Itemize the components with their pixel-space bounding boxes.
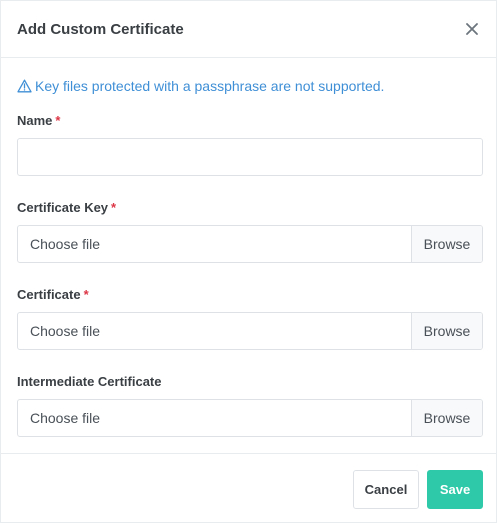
intermediate-certificate-field: Intermediate Certificate Choose file Bro… — [17, 374, 483, 437]
close-icon — [466, 23, 478, 35]
close-button[interactable] — [462, 19, 482, 39]
certificate-field: Certificate * Choose file Browse — [17, 287, 483, 350]
required-mark: * — [111, 200, 117, 215]
modal-footer: Cancel Save — [1, 453, 496, 522]
modal-title: Add Custom Certificate — [17, 20, 184, 38]
certificate-key-label: Certificate Key * — [17, 200, 117, 215]
modal-body: Key files protected with a passphrase ar… — [1, 58, 496, 437]
required-mark: * — [55, 113, 61, 128]
modal-header: Add Custom Certificate — [1, 1, 496, 58]
certificate-file-input[interactable]: Choose file Browse — [17, 312, 483, 350]
name-input[interactable] — [17, 138, 483, 176]
intermediate-certificate-label: Intermediate Certificate — [17, 374, 162, 389]
certificate-key-file-input[interactable]: Choose file Browse — [17, 225, 483, 263]
passphrase-notice: Key files protected with a passphrase ar… — [17, 76, 481, 96]
warning-triangle-icon — [17, 79, 32, 93]
browse-button[interactable]: Browse — [411, 226, 482, 262]
name-field: Name * — [17, 113, 483, 176]
browse-button[interactable]: Browse — [411, 400, 482, 436]
certificate-label: Certificate * — [17, 287, 89, 302]
certificate-key-field: Certificate Key * Choose file Browse — [17, 200, 483, 263]
name-label: Name * — [17, 113, 61, 128]
notice-text: Key files protected with a passphrase ar… — [35, 78, 385, 94]
intermediate-certificate-file-input[interactable]: Choose file Browse — [17, 399, 483, 437]
cancel-button[interactable]: Cancel — [353, 470, 419, 509]
file-placeholder[interactable]: Choose file — [18, 400, 411, 436]
save-button[interactable]: Save — [427, 470, 483, 509]
browse-button[interactable]: Browse — [411, 313, 482, 349]
add-certificate-modal: Add Custom Certificate Key files protect… — [0, 0, 497, 523]
file-placeholder[interactable]: Choose file — [18, 313, 411, 349]
required-mark: * — [83, 287, 89, 302]
file-placeholder[interactable]: Choose file — [18, 226, 411, 262]
